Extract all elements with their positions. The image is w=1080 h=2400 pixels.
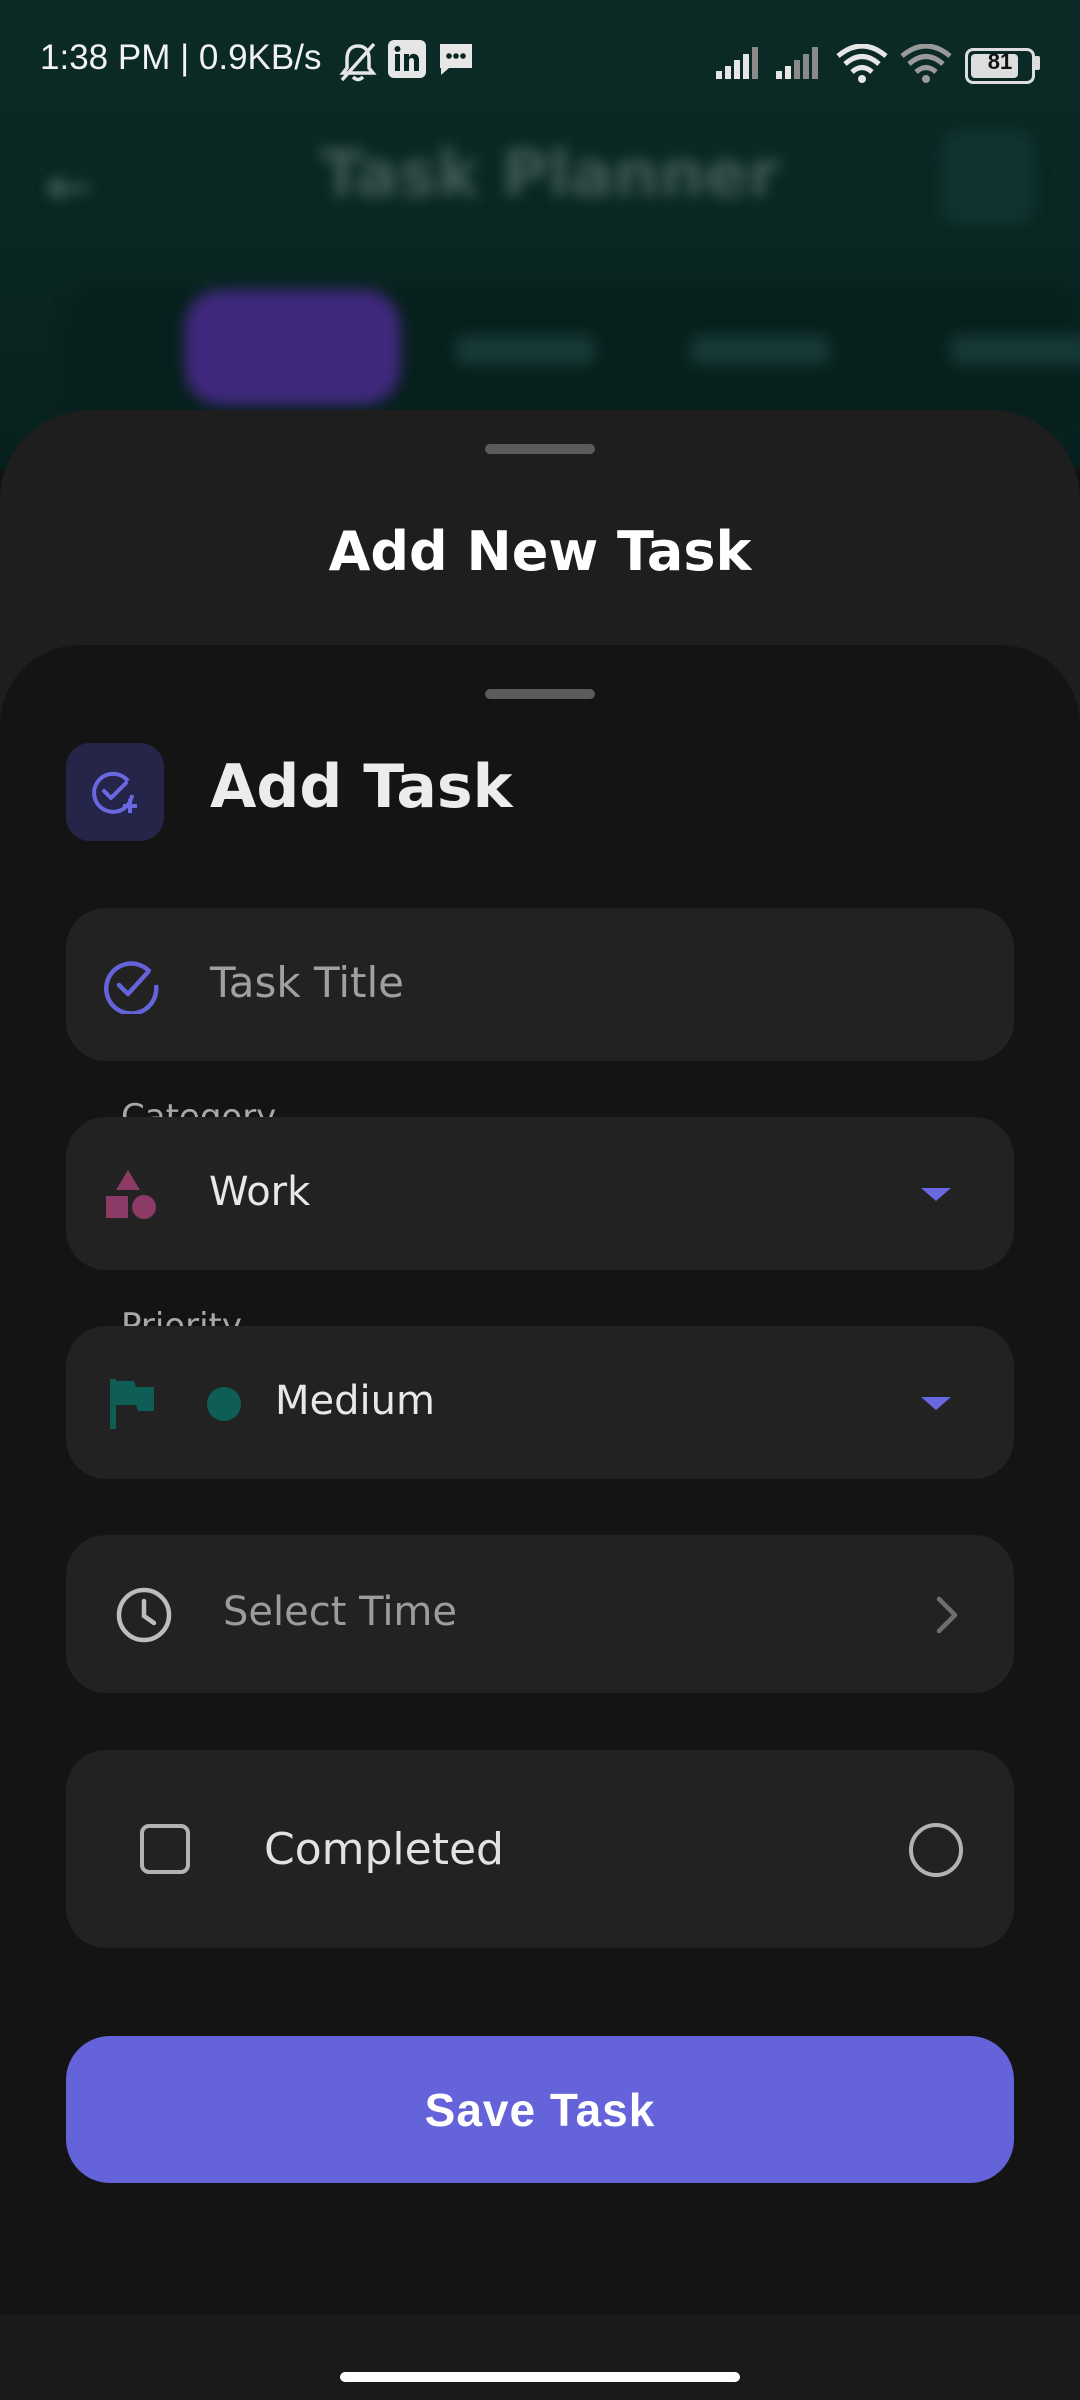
category-value: Work	[209, 1169, 311, 1215]
wifi-icon	[836, 44, 888, 83]
checkbox-icon[interactable]	[139, 1823, 191, 1875]
status-time: 1:38 PM | 0.9KB/s	[40, 38, 322, 77]
background-app-title: Task Planner	[320, 138, 780, 212]
priority-dropdown-icon	[921, 1397, 951, 1410]
home-indicator[interactable]	[340, 2372, 740, 2382]
wifi-secondary-icon	[900, 44, 952, 83]
check-circle-icon	[104, 961, 159, 1014]
sheet-drag-handle[interactable]	[485, 444, 595, 454]
sheet-title: Add New Task	[328, 520, 752, 583]
category-shapes-icon	[106, 1170, 156, 1219]
clock-icon	[116, 1587, 172, 1643]
flag-icon	[110, 1379, 154, 1429]
signal-2-icon	[776, 47, 818, 79]
priority-dot-icon	[207, 1387, 241, 1421]
select-time-placeholder: Select Time	[223, 1589, 458, 1635]
background-tab	[455, 335, 595, 365]
background-tab-active	[185, 290, 400, 405]
background-tab	[950, 335, 1080, 365]
task-title-input[interactable]: Task Title	[210, 958, 404, 1007]
save-task-label: Save Task	[424, 2083, 656, 2136]
mute-bell-icon	[339, 42, 377, 82]
task-title-field[interactable]: Task Title	[66, 908, 1014, 1061]
settings-button	[940, 130, 1035, 225]
add-task-icon-box	[66, 743, 164, 841]
background-tab	[690, 335, 830, 365]
category-dropdown-icon	[921, 1188, 951, 1201]
form-drag-handle[interactable]	[485, 689, 595, 699]
select-time-field[interactable]: Select Time	[66, 1535, 1014, 1693]
chevron-right-icon	[936, 1596, 958, 1634]
signal-1-icon	[716, 47, 758, 79]
radio-circle-icon[interactable]	[907, 1821, 965, 1879]
completed-label: Completed	[264, 1824, 504, 1875]
bottom-area	[0, 2315, 1080, 2400]
priority-dropdown[interactable]: Medium	[66, 1326, 1014, 1479]
message-icon	[440, 44, 472, 75]
category-dropdown[interactable]: Work	[66, 1117, 1014, 1270]
battery-percent: 81	[987, 49, 1013, 74]
priority-value: Medium	[275, 1378, 435, 1424]
form-title: Add Task	[210, 752, 513, 822]
completed-field[interactable]: Completed	[66, 1750, 1014, 1948]
back-arrow-icon: ←	[46, 155, 93, 220]
battery-icon: 81	[965, 48, 1035, 84]
add-task-icon	[92, 771, 137, 814]
linkedin-icon	[388, 40, 426, 78]
save-task-button[interactable]: Save Task	[66, 2036, 1014, 2183]
battery-tip	[1034, 56, 1040, 70]
status-bar: 1:38 PM | 0.9KB/s 81	[0, 0, 1080, 125]
